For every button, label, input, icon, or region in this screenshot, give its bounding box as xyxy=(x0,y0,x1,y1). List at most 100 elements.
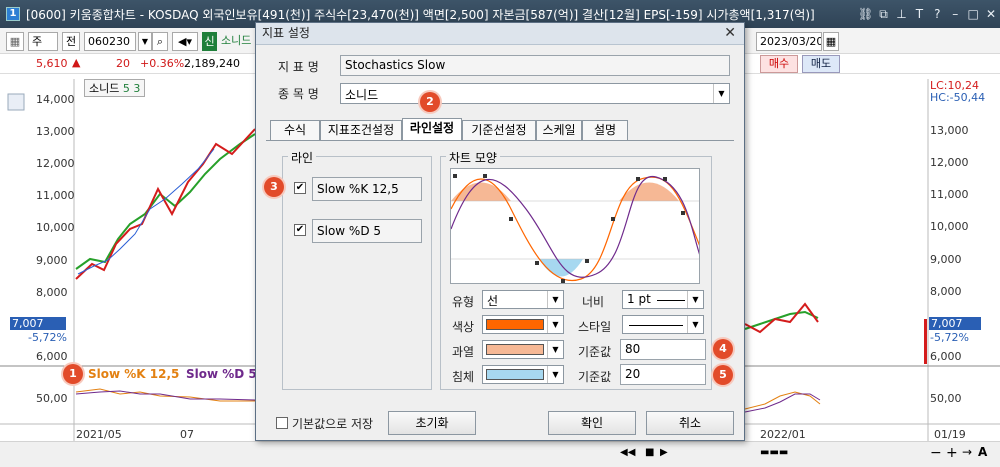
oversold-swatch xyxy=(486,369,544,380)
base1-input[interactable]: 80 xyxy=(620,339,706,360)
stoch-legend-d: Slow %D 5 xyxy=(186,367,257,381)
stock-name: 소니드 xyxy=(221,34,252,47)
stop-icon[interactable]: ■ xyxy=(645,447,654,458)
play-icon[interactable]: ▶ xyxy=(660,447,668,458)
tab-baseline[interactable]: 기준선설정 xyxy=(462,120,536,140)
help-icon[interactable]: ? xyxy=(928,7,946,21)
tab-underline xyxy=(266,140,734,141)
stock-name-select[interactable]: 소니드 ▼ xyxy=(340,83,730,104)
width-dropdown-icon[interactable]: ▼ xyxy=(687,291,703,308)
text-size-icon[interactable]: A xyxy=(978,445,987,459)
preview-point xyxy=(453,174,457,178)
width-value: 1 pt xyxy=(627,292,651,306)
line1-checkbox[interactable]: ✔ xyxy=(294,182,306,194)
stoch-y-label: 50,00 xyxy=(36,392,68,405)
width-select[interactable]: 1 pt ▼ xyxy=(622,290,704,309)
tab-formula[interactable]: 수식 xyxy=(270,120,320,140)
chart-bottom-bar: ◀◀ ■ ▶ ▬▬▬ − + → A xyxy=(0,441,1000,467)
overbought-fill-left xyxy=(451,182,511,201)
right-y-label-8: 6,000 xyxy=(930,350,962,363)
sell-button[interactable]: 매도 xyxy=(802,55,840,73)
type-dropdown-icon[interactable]: ▼ xyxy=(547,291,563,308)
zoom-out-icon[interactable]: − xyxy=(930,445,942,461)
preview-point xyxy=(509,217,513,221)
y-label-4: 10,000 xyxy=(36,221,75,234)
color-dropdown-icon[interactable]: ▼ xyxy=(547,316,563,333)
close-icon[interactable]: ✕ xyxy=(982,7,1000,21)
style-dropdown-icon[interactable]: ▼ xyxy=(687,316,703,333)
style-line-sample xyxy=(629,325,683,326)
stock-code-input[interactable]: 060230 xyxy=(84,32,136,51)
overbought-label: 과열 xyxy=(452,345,475,359)
line2-checkbox[interactable]: ✔ xyxy=(294,224,306,236)
overbought-color-select[interactable]: ▼ xyxy=(482,340,564,359)
link-icon[interactable]: ⛓ xyxy=(857,7,875,21)
right-price-change-tag: -5,72% xyxy=(930,331,969,344)
hc-label: HC:-50,44 xyxy=(930,91,986,104)
preview-point xyxy=(585,259,589,263)
save-default-checkbox[interactable] xyxy=(276,417,288,429)
tab-description[interactable]: 설명 xyxy=(582,120,628,140)
type-value: 선 xyxy=(487,294,499,308)
minimize-icon[interactable]: – xyxy=(946,7,964,21)
new-listing-badge: 신 xyxy=(202,32,217,51)
save-default-label: 기본값으로 저장 xyxy=(292,417,374,431)
right-stoch-y-label: 50,00 xyxy=(930,392,962,405)
oversold-label: 침체 xyxy=(452,370,475,384)
buy-button[interactable]: 매수 xyxy=(760,55,798,73)
oversold-dropdown-icon[interactable]: ▼ xyxy=(547,366,563,383)
y-label-6: 8,000 xyxy=(36,286,68,299)
preview-point xyxy=(535,261,539,265)
stock-dropdown-icon[interactable]: ▼ xyxy=(713,84,729,103)
menu-grid-icon[interactable]: ▦ xyxy=(6,32,24,51)
right-y-label-6: 8,000 xyxy=(930,285,962,298)
current-price: 5,610 xyxy=(36,57,68,70)
date-input[interactable]: 2023/03/20 xyxy=(756,32,822,51)
y-label-2: 12,000 xyxy=(36,157,75,170)
font-icon[interactable]: T xyxy=(910,7,928,21)
callout-badge-1: 1 xyxy=(63,364,83,384)
ok-button[interactable]: 확인 xyxy=(548,411,636,435)
calendar-icon[interactable]: ▦ xyxy=(823,32,839,51)
pin-icon[interactable]: ⊥ xyxy=(893,7,911,21)
scroll-first-icon[interactable]: ◀◀ xyxy=(620,447,635,458)
market-select[interactable]: 주 xyxy=(28,32,58,51)
price-change: 20 xyxy=(116,57,130,70)
indicator-name-field: Stochastics Slow xyxy=(340,55,730,76)
indicator-settings-dialog: 지표 설정 ✕ 지 표 명 Stochastics Slow 종 목 명 소니드… xyxy=(255,22,745,441)
type-label: 유형 xyxy=(452,295,475,309)
scroll-bar-icon[interactable]: ▬▬▬ xyxy=(760,447,788,458)
type-select[interactable]: 선 ▼ xyxy=(482,290,564,309)
line2-item[interactable]: Slow %D 5 xyxy=(312,219,422,243)
period-select[interactable]: 전 xyxy=(62,32,80,51)
callout-badge-5: 5 xyxy=(713,365,733,385)
color-select[interactable]: ▼ xyxy=(482,315,564,334)
base2-input[interactable]: 20 xyxy=(620,364,706,385)
line1-item[interactable]: Slow %K 12,5 xyxy=(312,177,422,201)
arrow-right-icon[interactable]: → xyxy=(962,445,972,459)
code-dropdown-icon[interactable]: ▼ xyxy=(138,32,152,51)
restore-icon[interactable]: ⧉ xyxy=(875,7,893,22)
reset-button[interactable]: 초기화 xyxy=(388,411,476,435)
legend-name: 소니드 xyxy=(89,82,120,95)
tab-condition[interactable]: 지표조건설정 xyxy=(320,120,402,140)
tab-line-settings[interactable]: 라인설정 xyxy=(402,118,462,140)
search-icon[interactable]: ⌕ xyxy=(152,32,168,51)
zoom-in-icon[interactable]: + xyxy=(946,445,958,461)
maximize-icon[interactable]: □ xyxy=(964,7,982,21)
tab-scale[interactable]: 스케일 xyxy=(536,120,582,140)
callout-badge-3: 3 xyxy=(264,177,284,197)
style-select[interactable]: ▼ xyxy=(622,315,704,334)
oversold-color-select[interactable]: ▼ xyxy=(482,365,564,384)
stock-name-label: 종 목 명 xyxy=(278,87,319,101)
stock-name-value: 소니드 xyxy=(345,88,379,102)
chart-settings-icon xyxy=(7,93,25,111)
speaker-icon[interactable]: ◀▾ xyxy=(172,32,198,51)
price-line-red-right xyxy=(744,302,819,334)
price-change-pct: +0.36% xyxy=(140,57,185,70)
dialog-close-icon[interactable]: ✕ xyxy=(724,25,736,41)
cancel-button[interactable]: 취소 xyxy=(646,411,734,435)
price-change-tag: -5,72% xyxy=(28,331,67,344)
overbought-dropdown-icon[interactable]: ▼ xyxy=(547,341,563,358)
stoch-legend-k: Slow %K 12,5 xyxy=(88,367,180,381)
